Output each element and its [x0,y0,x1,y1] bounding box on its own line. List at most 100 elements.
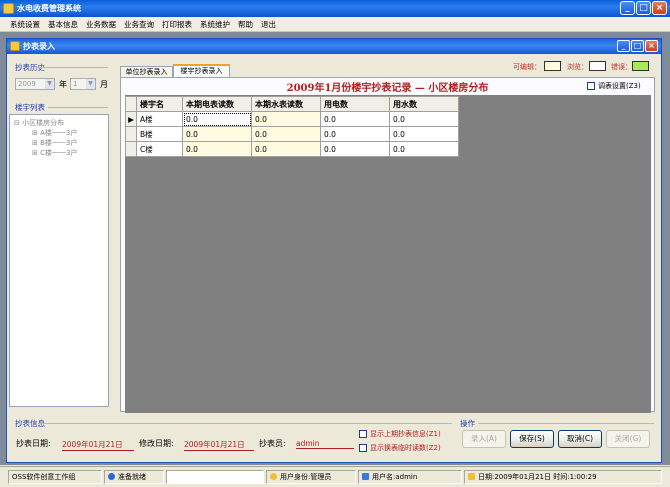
tree-node[interactable]: ⊞ B楼一一3户 [32,138,77,148]
menu-print-reports[interactable]: 打印报表 [158,17,196,32]
tree-node-label: C楼一一3户 [40,149,78,157]
legend-error-label: 错误： [611,63,632,71]
status-company: OSS软件创意工作组 [8,470,102,484]
app-title: 水电收费管理系统 [17,4,81,13]
current-row-arrow-icon: ▶ [125,111,137,127]
show-temp-reading-checkbox[interactable] [359,444,367,452]
save-button[interactable]: 保存(S) [510,430,554,448]
status-user-text: 用户名:admin [372,473,418,481]
col-header[interactable]: 用电数 [320,96,390,112]
menu-basic-info[interactable]: 基本信息 [44,17,82,32]
cell-water-used[interactable]: 0.0 [389,141,459,157]
cell-water-used[interactable]: 0.0 [389,111,459,127]
year-unit: 年 [59,80,67,89]
ready-icon [108,473,115,480]
window-close-icon[interactable]: × [645,40,658,52]
cell-water[interactable]: 0.0 [251,141,321,157]
col-header[interactable]: 楼宇名 [136,96,183,112]
close-button[interactable]: 关闭(G) [606,430,650,448]
close-icon[interactable]: × [652,1,667,15]
maximize-icon[interactable]: □ [636,1,651,15]
tree-root-label: 小区楼房分布 [22,119,65,127]
read-date-value[interactable]: 2009年01月21日 [62,439,134,451]
cell-power-used[interactable]: 0.0 [320,126,390,142]
table-row[interactable]: ▶ A楼 0.0 0.0 0.0 0.0 [125,111,459,127]
status-datetime-text: 日期:2009年01月21日 时间:1:00:29 [478,473,597,481]
cell-building[interactable]: B楼 [136,126,183,142]
menu-exit[interactable]: 退出 [257,17,280,32]
grid-title: 2009年1月份楼宇抄表记录 — 小区楼房分布 [286,83,489,94]
reader-value[interactable]: admin [296,439,354,449]
tree-node-label: B楼一一3户 [40,139,78,147]
col-header[interactable]: 用水数 [389,96,459,112]
row-header-corner [125,96,137,112]
table-row[interactable]: C楼 0.0 0.0 0.0 0.0 [125,141,459,157]
cell-water[interactable]: 0.0 [251,111,321,127]
tree-root[interactable]: ⊟ 小区楼房分布 [14,118,64,128]
enter-button[interactable]: 录入(A) [462,430,506,448]
month-value: 1 [73,80,78,88]
year-select[interactable]: 2009 ▼ [15,78,55,90]
mod-date-value[interactable]: 2009年01月21日 [184,439,254,451]
status-ready: 准备就绪 [104,470,164,484]
adjust-settings-label: 调表设置(Z3) [598,82,641,90]
cell-building[interactable]: A楼 [136,111,183,127]
adjust-settings-checkbox[interactable] [587,82,595,90]
window-titlebar: 抄表录入 _ □ × [7,39,661,54]
window-minimize-icon[interactable]: _ [617,40,630,52]
col-header[interactable]: 本期电表读数 [182,96,252,112]
month-select[interactable]: 1 ▼ [70,78,96,90]
menu-bar: 系统设置 基本信息 业务数据 业务查询 打印报表 系统维护 帮助 退出 [0,17,670,32]
grid-header-row: 楼宇名 本期电表读数 本期水表读数 用电数 用水数 [125,96,459,112]
building-tree[interactable]: ⊟ 小区楼房分布 ⊞ A楼一一3户 ⊞ B楼一一3户 ⊞ C楼一一3户 [9,114,109,407]
show-last-reading-label: 显示上期抄表信息(Z1) [370,430,441,438]
cell-electric[interactable]: 0.0 [182,126,252,142]
cell-electric[interactable]: 0.0 [182,111,252,127]
menu-system-settings[interactable]: 系统设置 [6,17,44,32]
legend-browse-swatch [589,61,606,71]
show-temp-reading-label: 显示换表临时读数(Z2) [370,444,441,452]
row-header [125,141,137,157]
status-bar: OSS软件创意工作组 准备就绪 用户身份:管理员 用户名:admin 日期:20… [0,466,670,487]
row-header [125,126,137,142]
month-unit: 月 [100,80,108,89]
read-date-label: 抄表日期: [16,439,51,448]
minimize-icon[interactable]: _ [620,1,635,15]
tree-section-label: 楼宇列表 [15,103,45,112]
status-user: 用户名:admin [358,470,462,484]
table-row[interactable]: B楼 0.0 0.0 0.0 0.0 [125,126,459,142]
tree-node[interactable]: ⊞ A楼一一3户 [32,128,77,138]
status-datetime: 日期:2009年01月21日 时间:1:00:29 [464,470,662,484]
meter-grid[interactable]: 楼宇名 本期电表读数 本期水表读数 用电数 用水数 ▶ A楼 0.0 0.0 0… [125,96,459,157]
menu-system-maintenance[interactable]: 系统维护 [196,17,234,32]
legend-error-swatch [632,61,649,71]
chevron-down-icon: ▼ [86,79,95,89]
user-icon [362,473,369,480]
legend-browse-label: 浏览： [567,63,588,71]
cell-water[interactable]: 0.0 [251,126,321,142]
cell-water-used[interactable]: 0.0 [389,126,459,142]
tree-node[interactable]: ⊞ C楼一一3户 [32,148,77,158]
legend-editable-swatch [544,61,561,71]
window-maximize-icon[interactable]: □ [631,40,644,52]
menu-business-query[interactable]: 业务查询 [120,17,158,32]
cell-power-used[interactable]: 0.0 [320,111,390,127]
cell-electric[interactable]: 0.0 [182,141,252,157]
window-icon [10,41,20,51]
col-header[interactable]: 本期水表读数 [251,96,321,112]
status-role: 用户身份:管理员 [266,470,356,484]
status-role-text: 用户身份:管理员 [280,473,332,481]
calendar-icon [468,473,475,480]
cell-building[interactable]: C楼 [136,141,183,157]
cell-power-used[interactable]: 0.0 [320,141,390,157]
chevron-down-icon: ▼ [45,79,54,89]
ops-section-label: 操作 [460,419,475,428]
show-last-reading-checkbox[interactable] [359,430,367,438]
menu-help[interactable]: 帮助 [234,17,257,32]
app-icon [3,3,14,14]
menu-business-data[interactable]: 业务数据 [82,17,120,32]
cancel-button[interactable]: 取消(C) [558,430,602,448]
divider [478,423,654,424]
divider [48,107,108,108]
tab-building-entry[interactable]: 楼宇抄表录入 [173,64,230,77]
